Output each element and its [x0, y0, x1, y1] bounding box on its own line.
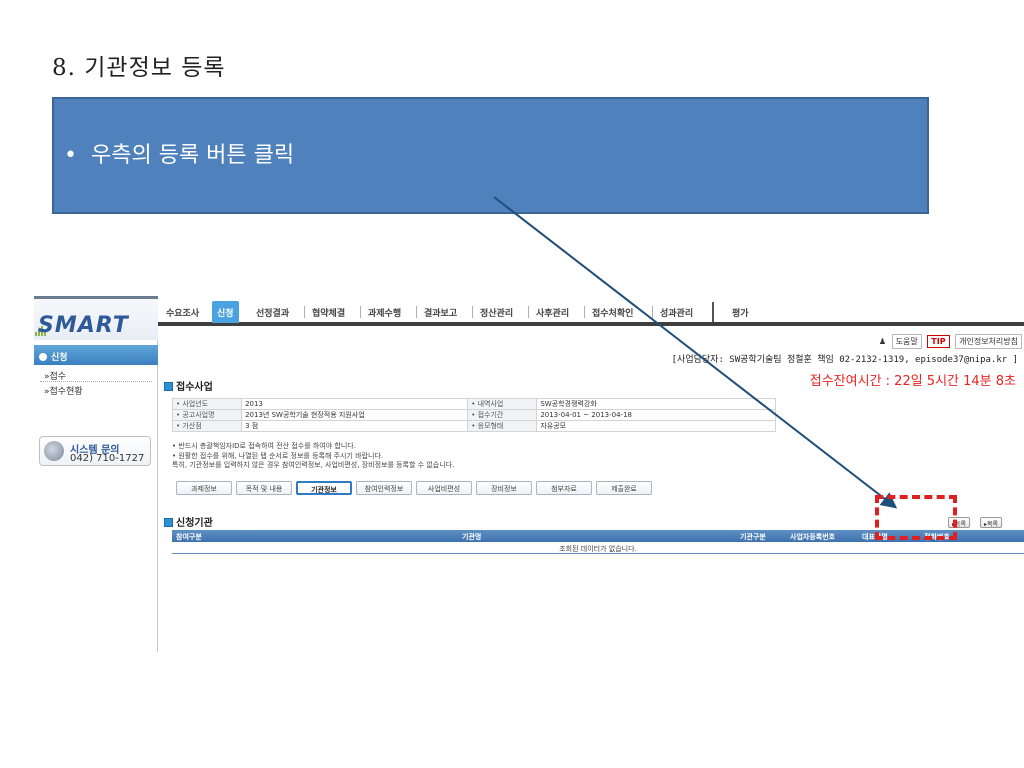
highlight-box: [875, 495, 957, 540]
pointer-arrow: [493, 196, 898, 509]
